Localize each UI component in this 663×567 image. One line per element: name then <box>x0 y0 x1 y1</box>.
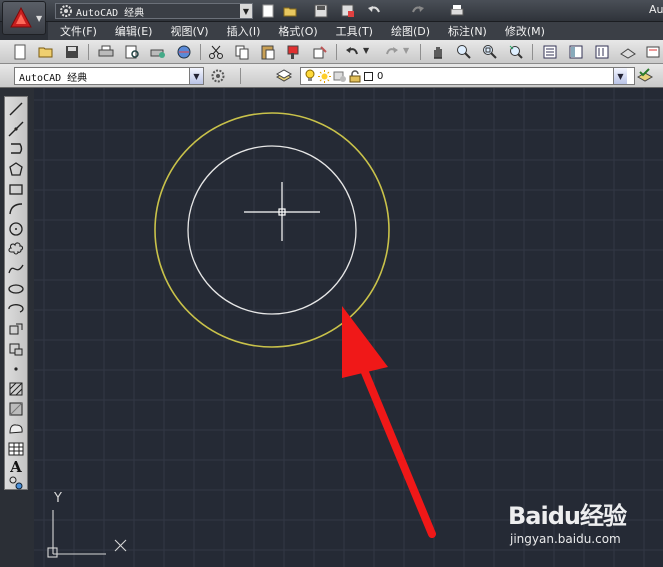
save-icon[interactable] <box>64 44 80 60</box>
menu-draw[interactable]: 绘图(D) <box>391 23 430 39</box>
zoom-realtime-icon[interactable] <box>456 44 472 60</box>
layer-name: 0 <box>377 70 384 82</box>
match-properties-icon[interactable] <box>286 44 302 60</box>
save-as-icon[interactable] <box>340 3 356 19</box>
print-icon[interactable] <box>449 3 465 19</box>
new-icon[interactable] <box>260 3 276 19</box>
lock-icon <box>349 69 361 82</box>
hatch-icon[interactable] <box>8 381 24 397</box>
line-icon[interactable] <box>8 101 24 117</box>
tool-palettes-icon[interactable] <box>594 44 610 60</box>
chevron-down-icon[interactable]: ▼ <box>363 46 369 55</box>
open-icon[interactable] <box>38 44 54 60</box>
region-icon[interactable] <box>8 421 24 437</box>
save-icon[interactable] <box>313 3 329 19</box>
point-icon[interactable] <box>8 361 24 377</box>
insert-block-icon[interactable] <box>8 321 24 337</box>
workspace-layer-toolbar: AutoCAD 经典 ▼ 0 ▼ <box>0 64 663 88</box>
watermark-brand: Baidu经验 <box>508 502 627 530</box>
workspace-switcher[interactable]: AutoCAD 经典 ▼ <box>55 3 253 19</box>
circle-icon[interactable] <box>8 221 24 237</box>
baidu-watermark: Baidu经验 jingyan.baidu.com <box>508 494 658 554</box>
revision-cloud-icon[interactable] <box>8 241 24 257</box>
text-icon[interactable]: A <box>8 459 24 475</box>
3d-dwf-icon[interactable] <box>176 44 192 60</box>
block-editor-icon[interactable] <box>312 44 328 60</box>
sun-icon <box>318 69 331 83</box>
construction-line-icon[interactable] <box>8 121 24 137</box>
chevron-down-icon[interactable]: ▼ <box>613 68 627 84</box>
table-icon[interactable] <box>8 441 24 457</box>
chevron-down-icon[interactable]: ▼ <box>189 68 203 84</box>
polygon-icon[interactable] <box>8 161 24 177</box>
layer-combo[interactable]: 0 <box>300 67 635 85</box>
zoom-window-icon[interactable] <box>482 44 498 60</box>
standard-toolbar: ▼ ▼ <box>0 40 663 64</box>
pan-icon[interactable] <box>430 44 446 60</box>
draw-toolbar: A <box>4 96 28 490</box>
properties-icon[interactable] <box>542 44 558 60</box>
redo-icon[interactable] <box>384 44 400 60</box>
menu-modify[interactable]: 修改(M) <box>505 23 545 39</box>
chevron-down-icon[interactable]: ▼ <box>403 46 409 55</box>
workspace-name: AutoCAD 经典 <box>76 7 145 19</box>
design-center-icon[interactable] <box>568 44 584 60</box>
menu-dimension[interactable]: 标注(N) <box>448 23 487 39</box>
redo-icon[interactable] <box>410 3 426 19</box>
undo-icon[interactable] <box>344 44 360 60</box>
markup-icon[interactable] <box>645 44 661 60</box>
cut-icon[interactable] <box>208 44 224 60</box>
menu-insert[interactable]: 插入(I) <box>227 23 261 39</box>
menu-file[interactable]: 文件(F) <box>60 23 97 39</box>
chevron-down-icon: ▼ <box>36 14 43 23</box>
copy-icon[interactable] <box>234 44 250 60</box>
add-selected-icon[interactable] <box>8 475 24 491</box>
ellipse-arc-icon[interactable] <box>8 301 24 317</box>
gradient-icon[interactable] <box>8 401 24 417</box>
make-current-layer-icon[interactable] <box>637 68 653 84</box>
gear-icon <box>60 5 72 17</box>
ucs-y-label: Y <box>53 491 62 506</box>
workspace-combo-value: AutoCAD 经典 <box>19 72 88 84</box>
menu-edit[interactable]: 编辑(E) <box>115 23 153 39</box>
paste-icon[interactable] <box>260 44 276 60</box>
application-menu-button[interactable]: ▼ <box>2 1 46 35</box>
open-icon[interactable] <box>282 3 298 19</box>
ellipse-icon[interactable] <box>8 281 24 297</box>
menu-bar: 文件(F) 编辑(E) 视图(V) 插入(I) 格式(O) 工具(T) 绘图(D… <box>48 22 663 40</box>
arc-icon[interactable] <box>8 201 24 217</box>
menu-view[interactable]: 视图(V) <box>170 23 208 39</box>
spline-icon[interactable] <box>8 261 24 277</box>
layer-properties-icon[interactable] <box>276 68 292 84</box>
workspace-combo[interactable]: AutoCAD 经典 ▼ <box>14 67 204 85</box>
sheet-set-icon[interactable] <box>620 44 636 60</box>
undo-icon[interactable] <box>366 3 382 19</box>
chevron-down-icon[interactable]: ▼ <box>240 4 252 18</box>
watermark-domain: jingyan.baidu.com <box>510 532 621 546</box>
publish-icon[interactable] <box>150 44 166 60</box>
viewport-freeze-icon <box>333 71 346 82</box>
bulb-icon <box>305 69 315 81</box>
menu-tools[interactable]: 工具(T) <box>336 23 373 39</box>
gear-icon[interactable] <box>210 68 226 84</box>
zoom-previous-icon[interactable] <box>508 44 524 60</box>
window-title-fragment: Au <box>649 3 663 16</box>
print-icon[interactable] <box>98 44 114 60</box>
menu-format[interactable]: 格式(O) <box>278 23 317 39</box>
new-icon[interactable] <box>12 44 28 60</box>
preview-icon[interactable] <box>124 44 140 60</box>
layer-color-swatch <box>364 71 373 81</box>
make-block-icon[interactable] <box>8 341 24 357</box>
autocad-logo-icon <box>10 7 32 28</box>
polyline-icon[interactable] <box>8 141 24 157</box>
rectangle-icon[interactable] <box>8 181 24 197</box>
